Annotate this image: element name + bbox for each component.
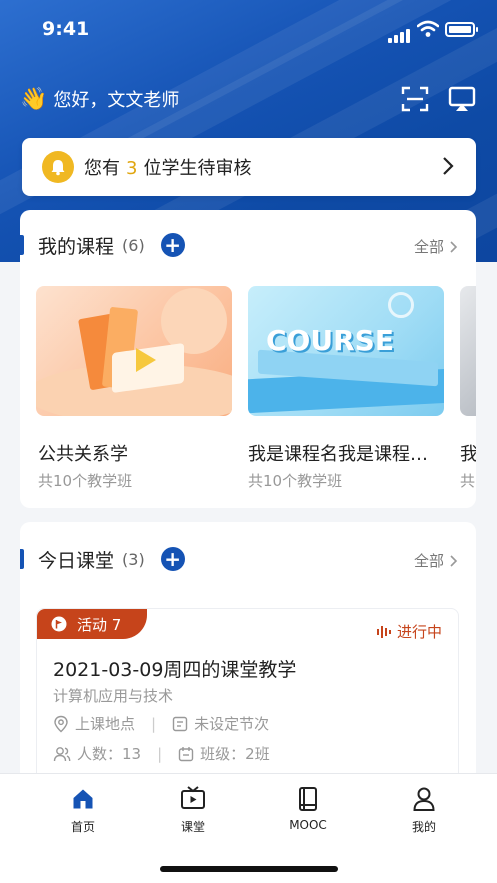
location-pin-icon	[54, 715, 68, 732]
home-indicator[interactable]	[160, 866, 338, 872]
status-time: 9:41	[42, 18, 90, 40]
bell-icon	[42, 151, 74, 183]
course-name: 我	[460, 444, 476, 465]
course-class-count: 共10个教学班	[38, 472, 133, 490]
wifi-icon	[416, 20, 440, 42]
tab-mooc[interactable]: MOOC	[268, 784, 348, 832]
scan-button[interactable]	[400, 85, 430, 113]
add-course-button[interactable]: +	[160, 233, 185, 257]
tab-home[interactable]: 首页	[43, 784, 123, 835]
lesson-meta-row: 人数：13 | 班级：2班	[53, 743, 270, 764]
view-all-courses-link[interactable]: 全部	[414, 236, 458, 257]
activity-tag: 活动 7	[37, 609, 147, 639]
battery-icon	[445, 22, 478, 37]
notice-text: 您有 3 位学生待审核	[84, 154, 251, 180]
home-icon	[73, 789, 93, 809]
my-courses-header: 我的课程 (6) +	[20, 230, 185, 260]
course-thumbnail[interactable]	[36, 286, 232, 416]
course-thumbnail[interactable]	[460, 286, 476, 416]
course-class-count: 共10个教学班	[248, 472, 343, 490]
tab-label: MOOC	[289, 818, 327, 832]
people-icon	[53, 746, 71, 761]
section-title: 今日课堂	[38, 549, 115, 572]
schedule-icon	[172, 716, 188, 731]
lesson-card[interactable]: 活动 7 进行中 2021-03-09周四的课堂教学 计算机应用与技术 上课地点…	[36, 608, 459, 782]
notice-count: 3	[126, 158, 138, 179]
today-classes-card: 今日课堂 (3) + 全部 活动 7 进行中 2021-03-09周四的课堂教学…	[20, 522, 476, 782]
lesson-class: 班级：2班	[200, 745, 270, 763]
view-all-label: 全部	[413, 238, 444, 256]
signal-icon	[388, 24, 412, 43]
course-class-count: 共	[460, 472, 476, 490]
flag-icon	[51, 616, 67, 632]
view-all-label: 全部	[413, 552, 444, 570]
course-art-text: COURSE	[266, 324, 394, 357]
my-courses-card: 我的课程 (6) + 全部 公共关系学 共10个教学班 COURSE 我是课程名…	[20, 210, 476, 508]
today-classes-header: 今日课堂 (3) +	[20, 544, 185, 574]
lesson-period: 未设定节次	[194, 715, 270, 733]
lesson-title: 2021-03-09周四的课堂教学	[53, 659, 297, 681]
lesson-location: 上课地点	[75, 715, 136, 733]
section-count: (6)	[122, 235, 145, 255]
view-all-classes-link[interactable]: 全部	[414, 550, 458, 571]
lesson-status-label: 进行中	[396, 623, 442, 641]
greeting: 👋 您好，文文老师	[20, 84, 179, 114]
tab-mine[interactable]: 我的	[384, 784, 464, 835]
lesson-status: 进行中	[376, 621, 442, 642]
tab-label: 课堂	[180, 820, 205, 834]
waving-hand-icon: 👋	[20, 86, 48, 112]
book-icon	[299, 787, 317, 811]
live-bars-icon	[376, 625, 391, 638]
chevron-right-icon	[450, 240, 458, 253]
lesson-people-count: 人数：13	[77, 745, 142, 763]
status-bar: 9:41	[0, 0, 497, 60]
activity-tag-label: 活动 7	[77, 615, 122, 634]
calendar-icon	[178, 746, 194, 761]
add-class-button[interactable]: +	[160, 547, 185, 571]
tab-label: 首页	[70, 820, 95, 834]
lesson-subject: 计算机应用与技术	[53, 687, 174, 705]
classroom-tv-icon	[181, 786, 205, 809]
tab-label: 我的	[411, 820, 436, 834]
course-thumbnail[interactable]: COURSE	[248, 286, 444, 416]
section-title: 我的课程	[38, 235, 115, 258]
course-name: 我是课程名我是课程…	[248, 444, 428, 465]
course-name: 公共关系学	[38, 444, 128, 465]
notice-prefix: 您有	[84, 158, 120, 179]
chevron-right-icon	[443, 157, 454, 175]
lesson-meta-row: 上课地点 | 未设定节次	[53, 713, 269, 734]
pending-review-notice[interactable]: 您有 3 位学生待审核	[22, 138, 476, 196]
notice-suffix: 位学生待审核	[143, 158, 252, 179]
scan-icon	[401, 86, 429, 112]
section-count: (3)	[122, 549, 145, 569]
tab-classroom[interactable]: 课堂	[153, 784, 233, 835]
cast-button[interactable]	[447, 85, 477, 113]
greeting-text: 您好，文文老师	[53, 90, 180, 111]
cast-icon	[448, 86, 476, 111]
profile-icon	[413, 787, 435, 811]
chevron-right-icon	[450, 554, 458, 567]
